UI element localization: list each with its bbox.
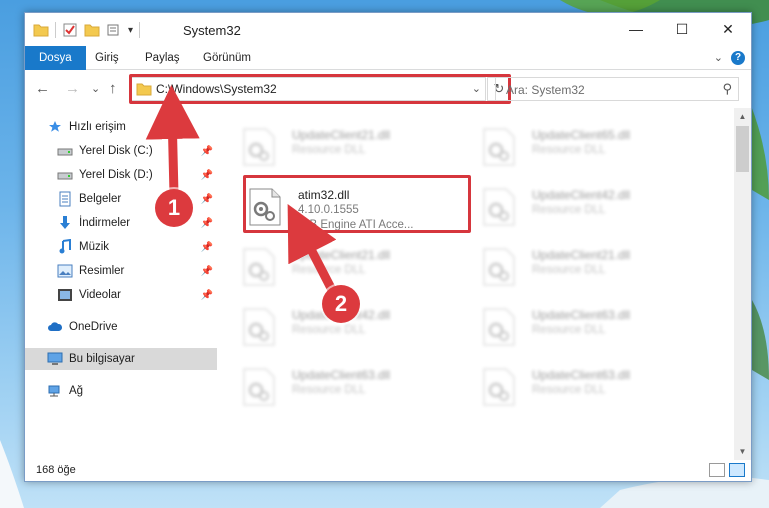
tab-giris[interactable]: Giriş [95, 46, 119, 70]
network-icon [47, 383, 63, 399]
tiles-view-icon[interactable] [729, 463, 745, 477]
dll-file-icon [483, 308, 515, 346]
folder-icon [33, 24, 49, 37]
scroll-thumb[interactable] [736, 126, 749, 172]
drive-icon [57, 167, 73, 183]
search-icon[interactable]: ⚲ [722, 81, 732, 97]
sidebar-item-this-pc[interactable]: Bu bilgisayar [25, 348, 217, 370]
list-item[interactable]: UpdateClient21.dll Resource DLL [482, 246, 712, 290]
view-switcher [709, 463, 745, 477]
dll-file-icon [483, 188, 515, 226]
new-folder-icon[interactable] [84, 22, 100, 38]
scroll-up-icon[interactable]: ▲ [734, 108, 751, 125]
pin-icon[interactable]: 📌 [201, 218, 213, 229]
sidebar-item-onedrive[interactable]: OneDrive [25, 316, 217, 338]
list-item[interactable]: UpdateClient63.dll Resource DLL [482, 306, 712, 350]
maximize-button[interactable]: ☐ [659, 13, 705, 45]
tab-paylas[interactable]: Paylaş [145, 46, 180, 70]
pictures-icon [57, 263, 73, 279]
dll-file-icon [483, 128, 515, 166]
close-button[interactable]: ✕ [705, 13, 751, 45]
window-controls: — ☐ ✕ [613, 13, 751, 45]
sidebar-item-pictures[interactable]: Resimler 📌 [25, 260, 217, 282]
cloud-icon [47, 319, 63, 335]
pin-icon[interactable]: 📌 [201, 194, 213, 205]
pin-icon[interactable]: 📌 [201, 266, 213, 277]
dll-file-icon [483, 368, 515, 406]
toolbar-separator [139, 22, 141, 38]
address-highlight-box [129, 74, 511, 104]
title-bar: ▾ System32 — ☐ ✕ [25, 13, 751, 46]
search-box[interactable]: Ara: System32 ⚲ [495, 77, 739, 101]
star-icon [47, 119, 63, 135]
help-icon[interactable]: ? [731, 51, 745, 65]
dll-file-icon [243, 308, 275, 346]
pin-icon[interactable]: 📌 [201, 290, 213, 301]
dll-file-icon [483, 248, 515, 286]
vertical-scrollbar[interactable]: ▲ ▼ [734, 108, 751, 460]
download-icon [57, 215, 73, 231]
music-icon [57, 239, 73, 255]
dll-file-icon [243, 128, 275, 166]
forward-button[interactable]: → [65, 80, 80, 97]
tab-gorunum[interactable]: Görünüm [203, 46, 251, 70]
sidebar-item-local-disk-c[interactable]: Yerel Disk (C:) 📌 [25, 140, 217, 162]
step-badge-2: 2 [322, 285, 360, 323]
toolbar-separator [55, 22, 56, 38]
drive-icon [57, 143, 73, 159]
computer-icon [47, 351, 63, 367]
list-item[interactable]: UpdateClient21.dll Resource DLL [242, 246, 472, 290]
toolbar-dropdown-icon[interactable]: ▾ [128, 25, 133, 36]
scroll-down-icon[interactable]: ▼ [734, 443, 751, 460]
videos-icon [57, 287, 73, 303]
sidebar-item-music[interactable]: Müzik 📌 [25, 236, 217, 258]
sidebar-item-videos[interactable]: Videolar 📌 [25, 284, 217, 306]
file-highlight-box [243, 175, 471, 233]
dll-file-icon [243, 368, 275, 406]
details-view-icon[interactable] [709, 463, 725, 477]
item-count: 168 öğe [36, 464, 76, 476]
sidebar-item-quick-access[interactable]: Hızlı erişim [25, 116, 217, 138]
customize-toolbar-icon[interactable] [106, 22, 122, 38]
file-list: UpdateClient21.dll Resource DLL UpdateCl… [218, 108, 734, 460]
sidebar-item-network[interactable]: Ağ [25, 380, 217, 402]
list-item[interactable]: UpdateClient42.dll Resource DLL [482, 186, 712, 230]
list-item[interactable]: UpdateClient63.dll Resource DLL [242, 366, 472, 410]
navigation-bar: ← → ⌄ ↑ C:\Windows\System32 ⌄ ↻ Ara: Sys… [25, 71, 751, 107]
list-item[interactable]: UpdateClient65.dll Resource DLL [482, 126, 712, 170]
tab-dosya[interactable]: Dosya [25, 46, 86, 70]
minimize-button[interactable]: — [613, 13, 659, 45]
pin-icon[interactable]: 📌 [201, 146, 213, 157]
sidebar-item-local-disk-d[interactable]: Yerel Disk (D:) 📌 [25, 164, 217, 186]
quick-access-toolbar: ▾ [33, 22, 141, 38]
dll-file-icon [243, 248, 275, 286]
pin-icon[interactable]: 📌 [201, 242, 213, 253]
properties-icon[interactable] [62, 22, 78, 38]
explorer-window: ▾ System32 — ☐ ✕ Dosya Giriş Paylaş Görü… [24, 12, 752, 482]
list-item[interactable]: UpdateClient63.dll Resource DLL [482, 366, 712, 410]
documents-icon [57, 191, 73, 207]
recent-locations-button[interactable]: ⌄ [91, 82, 100, 95]
list-item[interactable]: UpdateClient21.dll Resource DLL [242, 126, 472, 170]
pin-icon[interactable]: 📌 [201, 170, 213, 181]
status-bar: 168 öğe [25, 460, 751, 481]
back-button[interactable]: ← [35, 80, 50, 97]
ribbon-tabs: Dosya Giriş Paylaş Görünüm ⌄ ? [25, 46, 751, 70]
ribbon-expand-icon[interactable]: ⌄ [714, 51, 723, 64]
search-placeholder[interactable]: Ara: System32 [506, 83, 585, 97]
step-badge-1: 1 [155, 189, 193, 227]
navigation-pane: Hızlı erişim Yerel Disk (C:) 📌 Yerel Dis… [25, 108, 217, 460]
window-title: System32 [183, 23, 241, 38]
up-button[interactable]: ↑ [109, 80, 117, 97]
